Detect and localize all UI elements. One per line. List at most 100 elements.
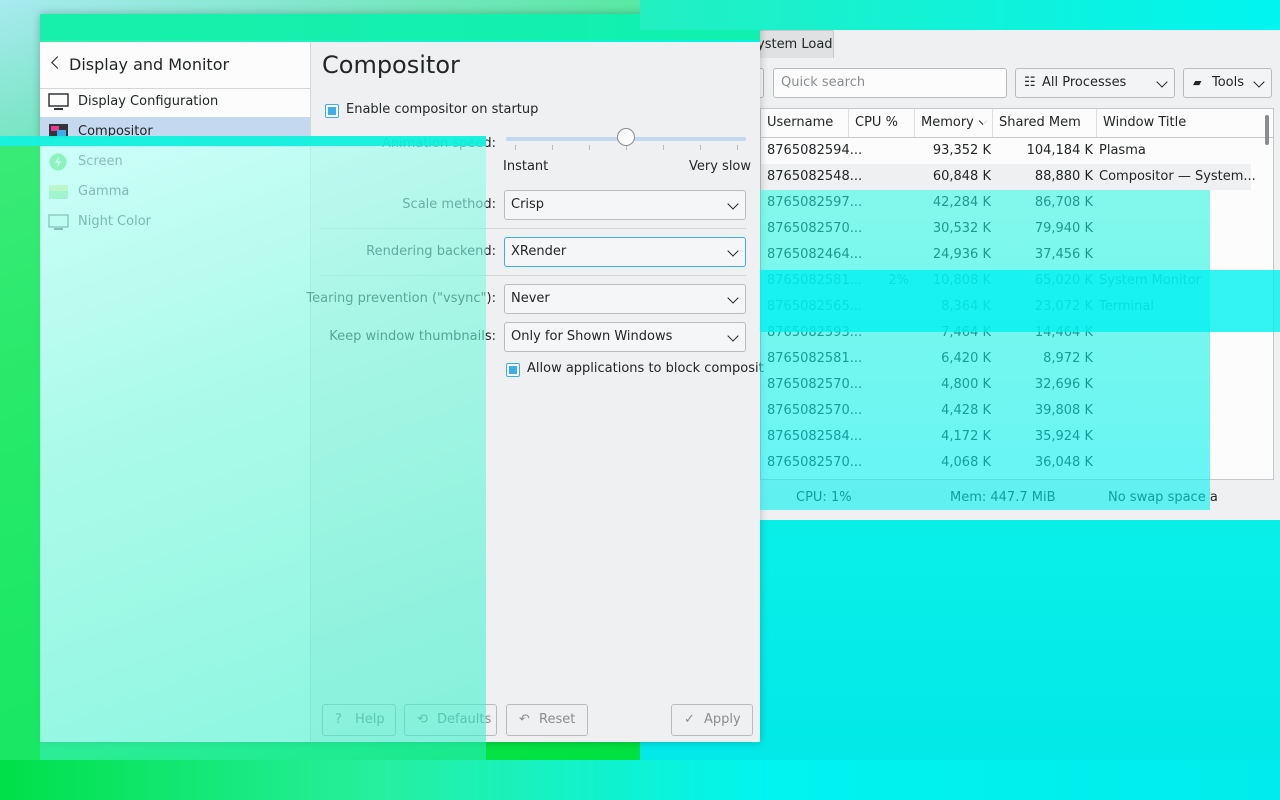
sidebar-item-compositor[interactable]: Compositor xyxy=(40,117,310,147)
defaults-button-label: Defaults xyxy=(437,712,492,727)
tools-button[interactable]: ▰ Tools xyxy=(1183,68,1272,98)
desktop-wallpaper-bottom xyxy=(0,760,1280,800)
list-icon: ☷ xyxy=(1024,75,1036,90)
sidebar-item-label: Display Configuration xyxy=(78,94,219,109)
slider-handle[interactable] xyxy=(617,128,635,146)
scale-method-label: Scale method: xyxy=(402,197,496,212)
cell-memory: 24,936 K xyxy=(932,247,991,262)
compositor-icon xyxy=(49,124,68,138)
chevron-down-icon xyxy=(727,198,739,210)
defaults-button[interactable]: ⟲ Defaults xyxy=(404,704,497,736)
sidebar-item-night-color[interactable]: Night Color xyxy=(40,207,310,237)
cell-shared-mem: 86,708 K xyxy=(1034,195,1093,210)
tearing-prevention-select[interactable]: Never xyxy=(504,284,746,314)
slider-tick xyxy=(737,145,738,150)
help-icon: ? xyxy=(335,712,342,727)
sidebar-item-gamma[interactable]: Gamma xyxy=(40,177,310,207)
cell-memory: 42,284 K xyxy=(932,195,991,210)
cell-username: 8765082581... xyxy=(767,351,863,366)
rendering-backend-label: Rendering backend: xyxy=(366,244,496,259)
process-filter-value: All Processes xyxy=(1042,75,1127,90)
checkmark-icon: ✓ xyxy=(684,712,695,727)
reset-button[interactable]: ↶ Reset xyxy=(506,704,588,736)
slider-tick xyxy=(589,145,590,150)
table-header: Username CPU % Memory Shared Mem Window … xyxy=(761,109,1273,138)
chevron-down-icon xyxy=(727,330,739,342)
sidebar-item-label: Gamma xyxy=(78,184,130,199)
cell-memory: 60,848 K xyxy=(932,169,991,184)
sidebar-item-display-configuration[interactable]: Display Configuration xyxy=(40,87,310,117)
cell-cpu: 2% xyxy=(888,273,909,288)
monitor-icon xyxy=(48,93,69,110)
keep-thumbnails-label: Keep window thumbnails: xyxy=(329,329,496,344)
table-row[interactable]: 8765082548... 60,848 K 88,880 K Compositor … xyxy=(761,164,1256,190)
undo-icon: ↶ xyxy=(519,712,530,727)
table-row[interactable]: 8765082581... 6,420 K 8,972 K xyxy=(761,346,1251,372)
cell-shared-mem: 39,808 K xyxy=(1034,403,1093,418)
process-table[interactable]: Username CPU % Memory Shared Mem Window … xyxy=(760,108,1274,480)
help-button[interactable]: ? Help xyxy=(322,704,396,736)
sidebar-header: Display and Monitor xyxy=(40,42,310,89)
separator xyxy=(320,275,746,276)
page-title: Compositor xyxy=(322,51,460,79)
cell-username: 8765082584... xyxy=(767,429,863,444)
enable-compositor-checkbox[interactable] xyxy=(325,104,339,118)
cell-shared-mem: 88,880 K xyxy=(1034,169,1093,184)
process-filter-select[interactable]: ☷ All Processes xyxy=(1015,68,1175,98)
cell-memory: 4,428 K xyxy=(941,403,991,418)
cell-window-title: System Monitor xyxy=(1099,273,1202,288)
scale-method-value: Crisp xyxy=(511,197,545,212)
compositor-page: Compositor Enable compositor on startup … xyxy=(306,42,764,742)
defaults-icon: ⟲ xyxy=(417,712,428,727)
column-shared-mem[interactable]: Shared Mem xyxy=(993,109,1097,137)
chevron-down-icon xyxy=(727,292,739,304)
rendering-backend-select[interactable]: XRender xyxy=(504,237,746,267)
table-row[interactable]: 8765082565... 8,364 K 23,072 K Terminal xyxy=(761,294,1251,320)
cell-username: 8765082570... xyxy=(767,455,863,470)
table-row[interactable]: 8765082570... 4,428 K 39,808 K xyxy=(761,398,1251,424)
cell-shared-mem: 23,072 K xyxy=(1034,299,1093,314)
back-arrow-icon[interactable] xyxy=(51,56,64,69)
quick-search-input[interactable]: Quick search xyxy=(773,68,1007,98)
allow-block-compositing-checkbox[interactable] xyxy=(506,363,520,377)
table-row[interactable]: 8765082570... 4,068 K 36,048 K xyxy=(761,450,1251,476)
slider-tick xyxy=(552,145,553,150)
cell-username: 8765082594... xyxy=(767,143,863,158)
tab-system-load[interactable]: ystem Load xyxy=(750,30,834,58)
apply-button-label: Apply xyxy=(704,712,741,727)
table-row[interactable]: 8765082597... 42,284 K 86,708 K xyxy=(761,190,1251,216)
sidebar-title: Display and Monitor xyxy=(69,55,230,74)
scale-method-select[interactable]: Crisp xyxy=(504,190,746,220)
tools-label: Tools xyxy=(1212,75,1245,90)
table-row[interactable]: 8765082584... 4,172 K 35,924 K xyxy=(761,424,1251,450)
column-username[interactable]: Username xyxy=(761,109,849,137)
cell-window-title: Terminal xyxy=(1099,299,1154,314)
table-row[interactable]: 8765082570... 4,800 K 32,696 K xyxy=(761,372,1251,398)
cell-memory: 30,532 K xyxy=(932,221,991,236)
table-row[interactable]: 8765082570... 30,532 K 79,940 K xyxy=(761,216,1251,242)
keep-thumbnails-select[interactable]: Only for Shown Windows xyxy=(504,322,746,352)
sidebar-item-label: Compositor xyxy=(78,124,153,139)
separator xyxy=(320,228,746,229)
cell-username: 8765082548... xyxy=(767,169,863,184)
column-cpu[interactable]: CPU % xyxy=(849,109,915,137)
cell-memory: 7,464 K xyxy=(941,325,991,340)
apply-button[interactable]: ✓ Apply xyxy=(671,704,753,736)
sidebar-item-screen[interactable]: Screen xyxy=(40,147,310,177)
table-row[interactable]: 8765082464... 24,936 K 37,456 K xyxy=(761,242,1251,268)
table-scrollbar[interactable] xyxy=(1265,115,1269,145)
sidebar-item-label: Night Color xyxy=(78,214,151,229)
cell-window-title: Compositor — System... xyxy=(1099,169,1256,184)
cell-shared-mem: 79,940 K xyxy=(1034,221,1093,236)
cell-username: 8765082593... xyxy=(767,325,863,340)
column-window-title[interactable]: Window Title xyxy=(1097,109,1253,137)
cell-memory: 4,068 K xyxy=(941,455,991,470)
table-row[interactable]: 8765082594... 93,352 K 104,184 K Plasma xyxy=(761,138,1251,164)
table-row[interactable]: 8765082581... 2% 10,808 K 65,020 K System Mo… xyxy=(761,268,1251,294)
rendering-backend-value: XRender xyxy=(511,244,567,259)
cell-memory: 10,808 K xyxy=(932,273,991,288)
system-settings-window: Display and Monitor Display Configuratio… xyxy=(40,14,764,742)
status-memory: Mem: 447.7 MiB xyxy=(950,490,1056,505)
gamma-icon xyxy=(49,185,68,199)
table-row[interactable]: 8765082593... 7,464 K 14,464 K xyxy=(761,320,1251,346)
